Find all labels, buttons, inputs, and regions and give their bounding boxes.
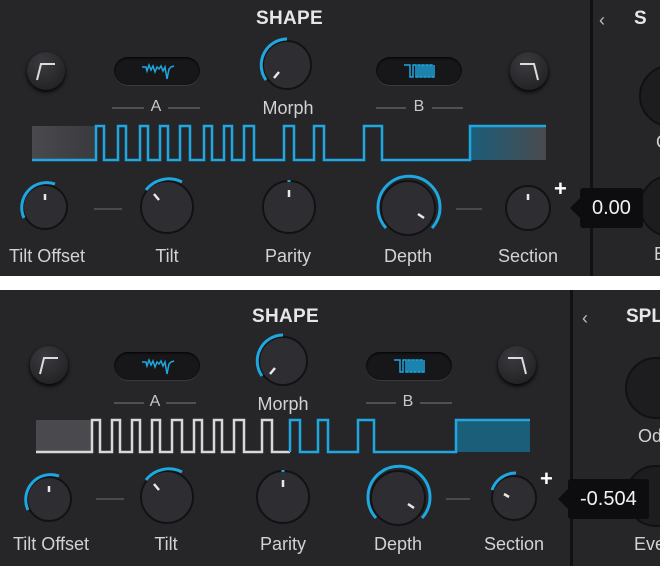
connector-line [96,498,124,500]
tilt-offset-knob[interactable] [16,466,82,532]
depth-knob[interactable] [372,172,444,244]
depth-label: Depth [373,534,423,554]
tilt-offset-knob[interactable] [12,174,78,240]
connector-line [94,208,122,210]
parity-knob[interactable] [248,462,318,532]
section-knob[interactable] [482,466,546,530]
tilt-offset-label: Tilt Offset [8,246,86,266]
shape-panel-bottom: SHAPE ‹ SPL Od Eve Morph [0,290,660,566]
tilt-knob[interactable] [132,462,202,532]
section-knob[interactable] [496,176,560,240]
tilt-label: Tilt [154,534,178,554]
tilt-label: Tilt [155,246,179,266]
value-tooltip: -0.504 [558,479,649,519]
parity-label: Parity [264,246,312,266]
section-label: Section [483,534,545,554]
waveform-display [36,418,530,454]
parity-label: Parity [259,534,307,554]
depth-label: Depth [383,246,433,266]
plus-icon[interactable]: + [540,466,553,492]
parity-knob[interactable] [254,172,324,242]
tilt-offset-label: Tilt Offset [12,534,90,554]
shape-panel-top: SHAPE ‹ S O E Morph [0,0,660,276]
section-label: Section [497,246,559,266]
connector-line [446,498,470,500]
value-tooltip: 0.00 [570,188,643,228]
connector-line [456,208,482,210]
depth-knob[interactable] [362,462,434,534]
plus-icon[interactable]: + [554,176,567,202]
waveform-display [32,124,546,162]
tilt-knob[interactable] [132,172,202,242]
